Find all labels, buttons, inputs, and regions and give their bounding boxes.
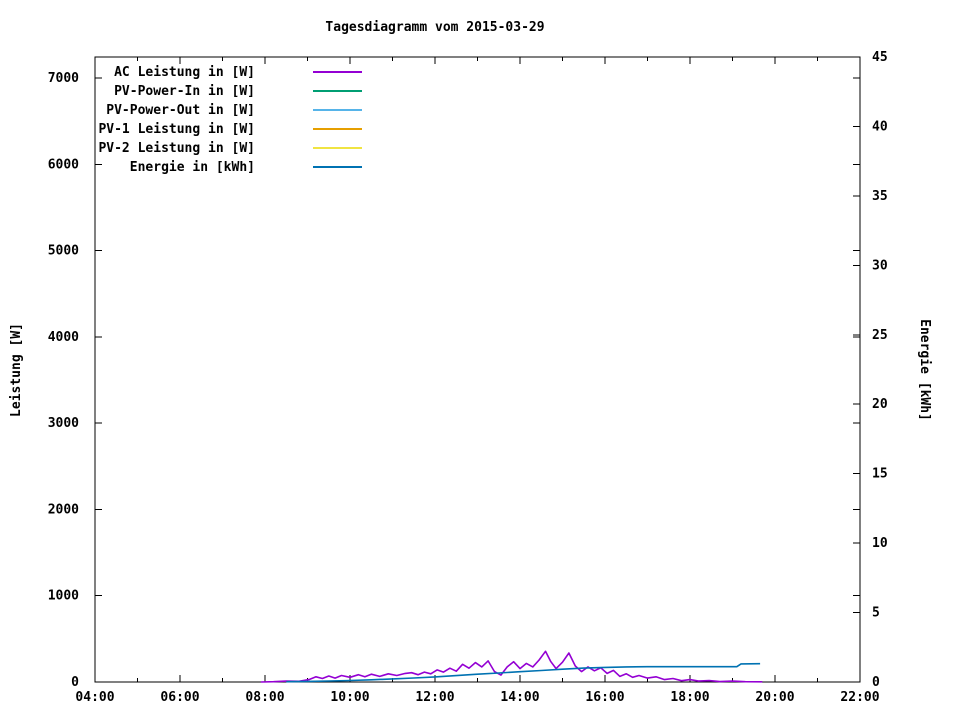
gnuplot-window: Tagesdiagramm vom 2015-03-29 04:00 06:00 0… [0, 0, 960, 720]
legend-label-pv2: PV-2 Leistung in [W] [98, 141, 255, 156]
x-tick-label: 08:00 [245, 690, 284, 705]
y2-tick-label: 30 [872, 258, 888, 273]
x-tick-label: 10:00 [330, 690, 369, 705]
y-tick-label: 3000 [48, 416, 79, 431]
daily-chart: 04:00 06:00 08:00 10:00 12:00 14:00 16:00 18:00… [9, 50, 932, 705]
x-tick-label: 20:00 [755, 690, 794, 705]
x-tick-label: 16:00 [585, 690, 624, 705]
y-axis-left: 0 1000 2000 3000 4000 5000 6000 7000 [48, 71, 102, 690]
x-tick-label: 14:00 [500, 690, 539, 705]
y-axis-right: 0 5 10 15 20 25 30 35 40 45 [853, 50, 888, 690]
y2-tick-label: 25 [872, 328, 888, 343]
y-tick-label: 5000 [48, 244, 79, 259]
legend-label-pv_out: PV-Power-Out in [W] [106, 103, 255, 118]
y-tick-label: 1000 [48, 589, 79, 604]
y2-axis-title: Energie [kWh] [917, 319, 932, 421]
y2-tick-label: 10 [872, 536, 888, 551]
y-tick-label: 0 [71, 675, 79, 690]
x-tick-label: 22:00 [840, 690, 879, 705]
y2-tick-label: 20 [872, 397, 888, 412]
y-tick-label: 2000 [48, 502, 79, 517]
legend-label-ac: AC Leistung in [W] [114, 65, 255, 80]
x-tick-label: 06:00 [160, 690, 199, 705]
y2-tick-label: 40 [872, 119, 888, 134]
legend-label-energie: Energie in [kWh] [130, 160, 255, 175]
y2-tick-label: 5 [872, 606, 880, 621]
x-tick-label: 04:00 [75, 690, 114, 705]
legend: AC Leistung in [W] PV-Power-In in [W] PV-P… [98, 65, 362, 175]
x-tick-label: 12:00 [415, 690, 454, 705]
legend-label-pv1: PV-1 Leistung in [W] [98, 122, 255, 137]
y-axis-title: Leistung [W] [9, 323, 24, 417]
y2-tick-label: 45 [872, 50, 888, 65]
y2-tick-label: 35 [872, 189, 888, 204]
y-tick-label: 7000 [48, 71, 79, 86]
x-tick-label: 18:00 [670, 690, 709, 705]
y-tick-label: 4000 [48, 330, 79, 345]
y-tick-label: 6000 [48, 157, 79, 172]
y2-tick-label: 0 [872, 675, 880, 690]
y2-tick-label: 15 [872, 467, 888, 482]
legend-label-pv_in: PV-Power-In in [W] [114, 84, 255, 99]
